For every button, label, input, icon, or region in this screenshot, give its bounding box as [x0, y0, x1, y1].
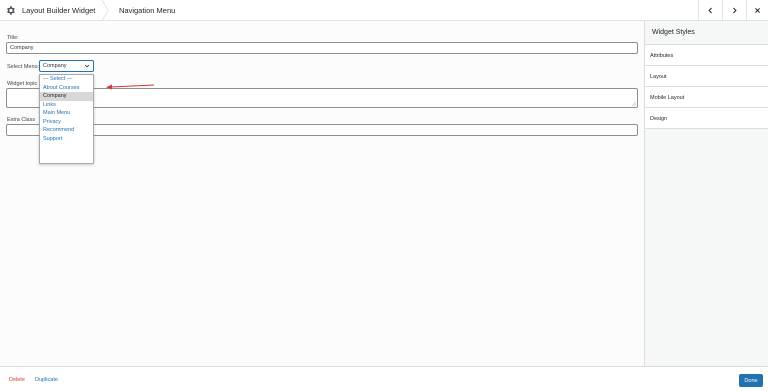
sidebar-item-mobile-layout[interactable]: Mobile Layout — [645, 87, 768, 108]
widget-topic-label: Widget topic — [7, 81, 38, 87]
option-company[interactable]: Company — [40, 92, 93, 101]
next-widget-button[interactable] — [722, 0, 746, 21]
extra-class-label: Extra Class — [7, 117, 36, 123]
gear-icon — [4, 4, 16, 16]
option-recommend[interactable]: Recommend — [40, 126, 93, 135]
select-menu-value: Company — [43, 63, 67, 69]
breadcrumb-separator — [101, 0, 109, 21]
select-menu-label: Select Menu: — [7, 64, 40, 70]
title-input[interactable]: Company — [6, 42, 638, 54]
app-title: Layout Builder Widget — [22, 6, 96, 15]
close-button[interactable] — [746, 0, 768, 21]
chevron-down-icon — [84, 64, 90, 68]
done-button[interactable]: Done — [739, 374, 763, 387]
chevron-right-icon — [733, 7, 737, 14]
close-icon — [755, 8, 760, 13]
sidebar-title: Widget Styles — [645, 21, 768, 45]
option-select[interactable]: — Select — — [40, 75, 93, 84]
option-privacy[interactable]: Privacy — [40, 118, 93, 127]
delete-link[interactable]: Delete — [9, 377, 25, 383]
previous-widget-button[interactable] — [698, 0, 722, 21]
extra-class-input[interactable] — [6, 124, 638, 136]
option-support[interactable]: Support — [40, 135, 93, 144]
annotation-arrow — [106, 84, 155, 90]
chevron-left-icon — [708, 7, 712, 14]
widget-styles-sidebar: Widget Styles Attributes Layout Mobile L… — [644, 21, 768, 366]
resize-grip-icon[interactable] — [631, 101, 636, 106]
page-title: Navigation Menu — [119, 6, 176, 15]
sidebar-item-design[interactable]: Design — [645, 108, 768, 129]
widget-topic-textarea[interactable] — [6, 88, 638, 108]
option-main-menu[interactable]: Main Menu — [40, 109, 93, 118]
select-menu-options: — Select — About Courses Company Links M… — [39, 74, 94, 164]
select-menu-dropdown[interactable]: Company — [39, 60, 94, 72]
top-bar: Layout Builder Widget Navigation Menu — [0, 0, 768, 21]
option-links[interactable]: Links — [40, 101, 93, 110]
bottom-bar: Delete Duplicate Done — [0, 366, 768, 391]
widget-form: Title: Company Select Menu: Company Widg… — [0, 21, 644, 366]
title-label: Title: — [7, 35, 19, 41]
duplicate-link[interactable]: Duplicate — [35, 377, 58, 383]
option-about-courses[interactable]: About Courses — [40, 84, 93, 93]
sidebar-item-attributes[interactable]: Attributes — [645, 45, 768, 66]
sidebar-item-layout[interactable]: Layout — [645, 66, 768, 87]
